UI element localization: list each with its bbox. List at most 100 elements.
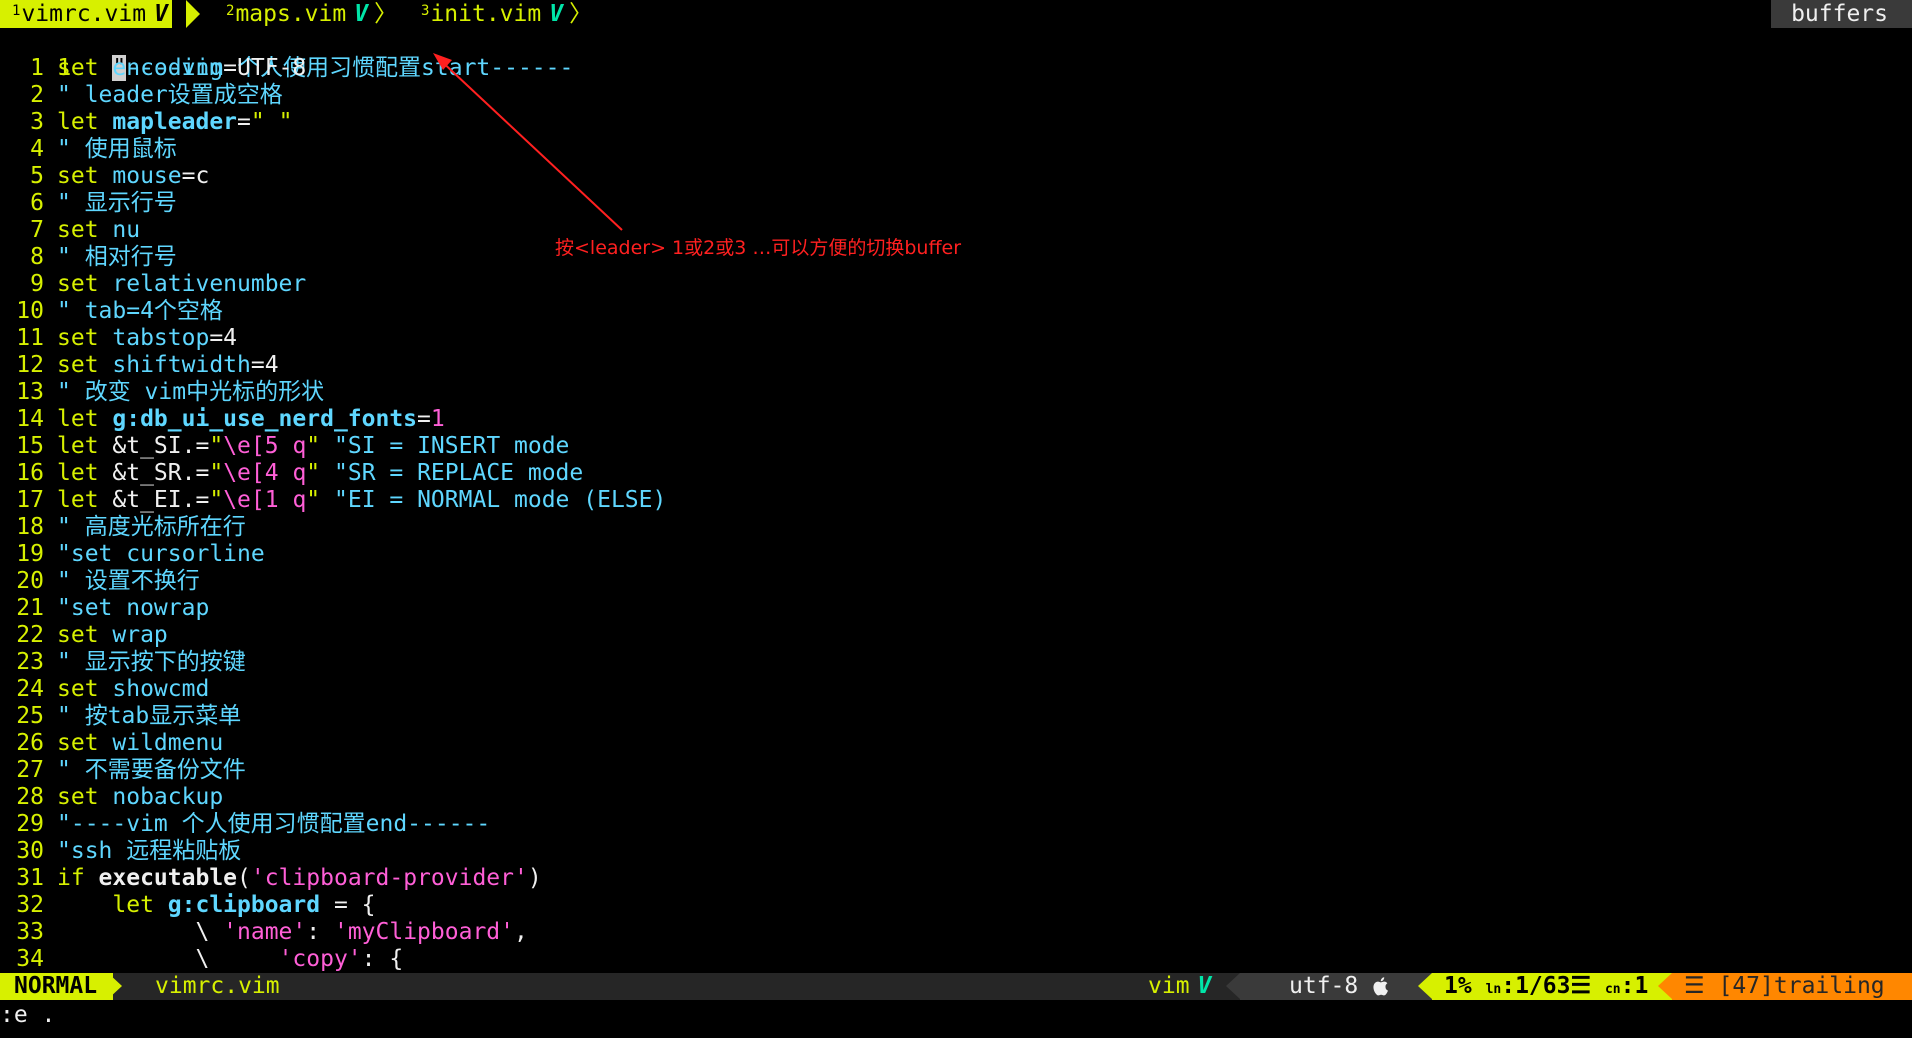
code-token: " 使用鼠标 — [57, 136, 177, 162]
tab-number: 1 — [12, 3, 21, 19]
code-line[interactable]: 4 " 使用鼠标 — [0, 136, 1912, 163]
code-line[interactable]: 15 let &t_SI.="\e[5 q" "SI = INSERT mode — [0, 433, 1912, 460]
code-line[interactable]: 11 set tabstop=4 — [0, 325, 1912, 352]
code-line[interactable]: 33 \ 'name': 'myClipboard', — [0, 919, 1912, 946]
code-token: ) — [527, 865, 542, 891]
code-line[interactable]: 32 let g:clipboard = { — [0, 892, 1912, 919]
command-line[interactable]: :e . — [0, 1002, 55, 1029]
code-line[interactable]: 27 " 不需要备份文件 — [0, 757, 1912, 784]
code-token: set — [57, 622, 113, 648]
line-number: 28 — [16, 784, 44, 810]
code-token: " 显示行号 — [57, 190, 177, 216]
code-text: set wildmenu — [44, 730, 223, 757]
code-line[interactable]: 13 " 改变 vim中光标的形状 — [0, 379, 1912, 406]
code-line-current[interactable]: 1 "----vim 个人使用习惯配置start------ — [0, 28, 1912, 81]
code-line[interactable]: 20 " 设置不换行 — [0, 568, 1912, 595]
position-arrow — [1418, 973, 1432, 999]
code-token: wrap — [112, 622, 168, 648]
tab-init[interactable]: 3init.vim V 〉 — [421, 0, 592, 28]
code-line[interactable]: 6 " 显示行号 — [0, 190, 1912, 217]
code-line[interactable]: 1 set encoding=UTF-8 — [0, 55, 1912, 82]
warning-arrow — [1658, 973, 1672, 999]
line-number: 2 — [30, 82, 44, 108]
vim-check-icon: V — [549, 1, 564, 27]
code-token: let — [57, 109, 113, 135]
tab-number: 2 — [226, 3, 235, 19]
tab-maps[interactable]: 2maps.vim V 〉 — [226, 0, 397, 28]
code-line[interactable]: 25 " 按tab显示菜单 — [0, 703, 1912, 730]
code-line[interactable]: 21 "set nowrap — [0, 595, 1912, 622]
code-token: set — [57, 217, 113, 243]
annotation-text: 按<leader> 1或2或3 …可以方便的切换buffer — [555, 237, 962, 259]
code-text: " 显示行号 — [44, 190, 177, 217]
code-line[interactable]: 5 set mouse=c — [0, 163, 1912, 190]
code-token: let — [57, 406, 113, 432]
code-token: g:db_ui_use_nerd_fonts — [112, 406, 418, 432]
code-token: " 显示按下的按键 — [57, 649, 246, 675]
line-number: 11 — [16, 325, 44, 351]
code-line[interactable]: 24 set showcmd — [0, 676, 1912, 703]
code-token: " tab=4个空格 — [57, 298, 223, 324]
code-line[interactable]: 18 " 高度光标所在行 — [0, 514, 1912, 541]
code-token: wildmenu — [112, 730, 224, 756]
status-position: 1% ln:1/63☰ cn:1 — [1444, 973, 1649, 999]
code-token: encoding — [112, 55, 224, 81]
code-line[interactable]: 29 "----vim 个人使用习惯配置end------ — [0, 811, 1912, 838]
code-token: executable — [98, 865, 238, 891]
code-text: let g:clipboard = { — [44, 892, 375, 919]
line-number: 26 — [16, 730, 44, 756]
code-line[interactable]: 30 "ssh 远程粘贴板 — [0, 838, 1912, 865]
line-number: 16 — [16, 460, 44, 486]
line-number: 10 — [16, 298, 44, 324]
code-token: "set cursorline — [57, 541, 265, 567]
code-token: "----vim 个人使用习惯配置end------ — [57, 811, 491, 837]
code-line[interactable]: 10 " tab=4个空格 — [0, 298, 1912, 325]
tab-vimrc[interactable]: 1vimrc.vim V — [0, 0, 172, 28]
code-line[interactable]: 17 let &t_EI.="\e[1 q" "EI = NORMAL mode … — [0, 487, 1912, 514]
line-number: 4 — [30, 136, 44, 162]
code-line[interactable]: 16 let &t_SR.="\e[4 q" "SR = REPLACE mode — [0, 460, 1912, 487]
code-token: mouse — [112, 163, 182, 189]
code-token: set — [57, 271, 113, 297]
code-line[interactable]: 14 let g:db_ui_use_nerd_fonts=1 — [0, 406, 1912, 433]
code-token: set — [57, 784, 113, 810]
code-text: \ 'copy': { — [44, 946, 403, 973]
line-number: 30 — [16, 838, 44, 864]
code-token: \ — [57, 946, 279, 972]
code-token: let — [57, 892, 168, 918]
code-token: set — [57, 163, 113, 189]
code-token: relativenumber — [112, 271, 307, 297]
code-token: , — [513, 919, 528, 945]
code-text: " 按tab显示菜单 — [44, 703, 241, 730]
code-line[interactable]: 3 let mapleader=" " — [0, 109, 1912, 136]
code-text: let mapleader=" " — [44, 109, 292, 136]
code-token: = — [237, 109, 251, 135]
code-text: set nu — [44, 217, 140, 244]
code-line[interactable]: 9 set relativenumber — [0, 271, 1912, 298]
code-line[interactable]: 2 " leader设置成空格 — [0, 82, 1912, 109]
code-line[interactable]: 31 if executable('clipboard-provider') — [0, 865, 1912, 892]
line-number: 17 — [16, 487, 44, 513]
statusline: NORMAL vimrc.vim vim V utf-8 1% ln:1/63☰ … — [0, 973, 1912, 1000]
line-number: 15 — [16, 433, 44, 459]
code-line[interactable]: 26 set wildmenu — [0, 730, 1912, 757]
code-line[interactable]: 23 " 显示按下的按键 — [0, 649, 1912, 676]
code-line[interactable]: 22 set wrap — [0, 622, 1912, 649]
code-text: " 相对行号 — [44, 244, 177, 271]
editor-buffer[interactable]: 1 "----vim 个人使用习惯配置start------ 1 set encod… — [0, 28, 1912, 973]
code-line[interactable]: 12 set shiftwidth=4 — [0, 352, 1912, 379]
mode-arrow — [108, 973, 122, 999]
line-number: 12 — [16, 352, 44, 378]
vim-check-icon: V — [354, 1, 369, 27]
code-text: set encoding=UTF-8 — [44, 55, 306, 82]
code-text: let &t_EI.="\e[1 q" "EI = NORMAL mode (E… — [44, 487, 666, 514]
line-number: 25 — [16, 703, 44, 729]
code-token: shiftwidth — [112, 352, 251, 378]
code-token: 'clipboard-provider' — [250, 865, 528, 891]
code-text: " 改变 vim中光标的形状 — [44, 379, 324, 406]
code-line[interactable]: 19 "set cursorline — [0, 541, 1912, 568]
code-line[interactable]: 28 set nobackup — [0, 784, 1912, 811]
code-token: " 不需要备份文件 — [57, 757, 246, 783]
code-line[interactable]: 34 \ 'copy': { — [0, 946, 1912, 973]
line-number: 34 — [16, 946, 44, 972]
